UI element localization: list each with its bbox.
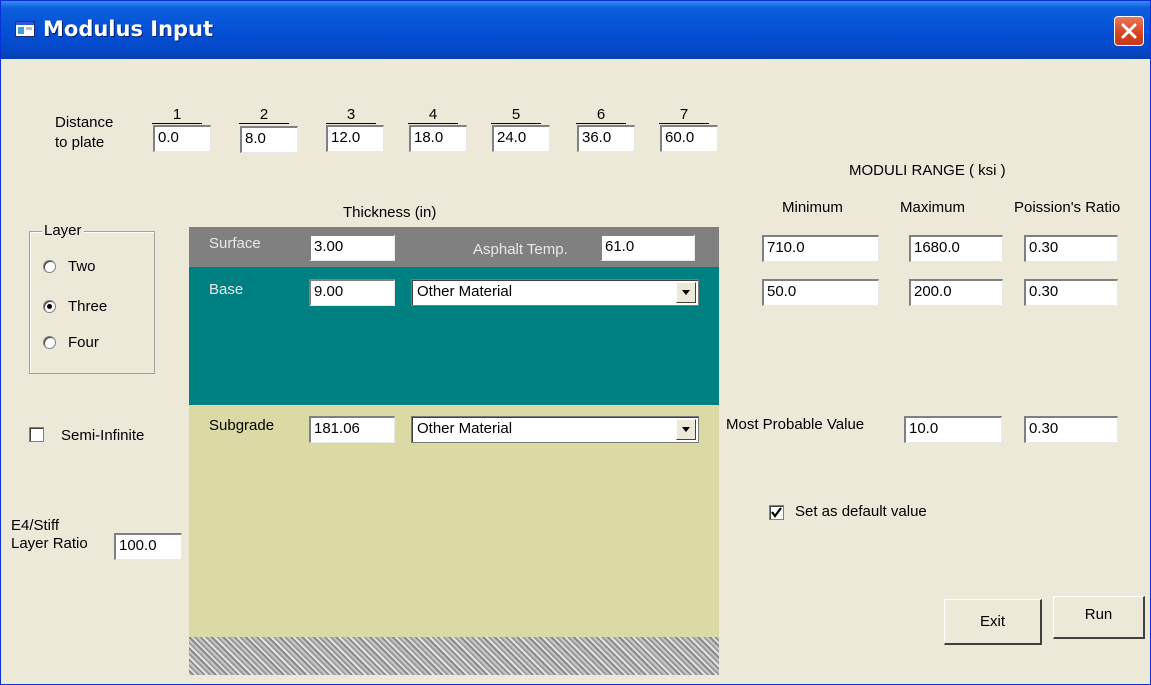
subgrade-material-dropdown-button[interactable]: [676, 419, 696, 440]
moduli-range-title: MODULI RANGE ( ksi ): [849, 162, 1006, 179]
layer-three-radio[interactable]: [43, 300, 56, 313]
distance-column-7: 7: [659, 106, 709, 124]
distance-column-5: 5: [491, 106, 541, 124]
bedrock-layer-texture: [189, 637, 719, 675]
radio-selected-dot: [47, 304, 52, 309]
base-poisson-input[interactable]: 0.30: [1024, 279, 1118, 306]
distance-input-7[interactable]: 60.0: [660, 125, 718, 152]
thickness-header: Thickness (in): [343, 204, 437, 221]
distance-input-5[interactable]: 24.0: [492, 125, 550, 152]
window-title: Modulus Input: [43, 17, 214, 41]
subgrade-material-select[interactable]: Other Material: [411, 416, 699, 443]
surface-min-modulus-input[interactable]: 710.0: [762, 235, 879, 262]
layer-four-radio[interactable]: [43, 336, 56, 349]
modulus-input-window: Modulus Input Distance to plate 1 2 3 4 …: [0, 0, 1151, 685]
most-probable-poisson-input[interactable]: 0.30: [1024, 416, 1118, 443]
base-material-select[interactable]: Other Material: [411, 279, 699, 306]
e4-ratio-input[interactable]: 100.0: [114, 533, 182, 560]
subgrade-material-value: Other Material: [417, 420, 513, 437]
run-button[interactable]: Run: [1053, 596, 1145, 639]
e4-label-line1: E4/Stiff: [11, 517, 60, 534]
moduli-header-minimum: Minimum: [782, 199, 843, 216]
semi-infinite-checkbox[interactable]: [29, 427, 44, 442]
surface-thickness-input[interactable]: 3.00: [309, 234, 395, 261]
layer-four-label[interactable]: Four: [68, 334, 99, 351]
surface-layer-name: Surface: [209, 235, 261, 252]
chevron-down-icon: [682, 290, 690, 295]
base-max-modulus-input[interactable]: 200.0: [909, 279, 1003, 306]
layer-group-label: Layer: [42, 222, 84, 239]
title-bar[interactable]: Modulus Input: [1, 1, 1150, 59]
base-material-dropdown-button[interactable]: [676, 282, 696, 303]
close-button[interactable]: [1114, 16, 1144, 46]
layer-two-label[interactable]: Two: [68, 258, 96, 275]
distance-column-2: 2: [239, 106, 289, 124]
distance-input-3[interactable]: 12.0: [326, 125, 384, 152]
e4-label-line2: Layer Ratio: [11, 535, 88, 552]
checkmark-icon: [771, 507, 782, 518]
subgrade-thickness-input[interactable]: 181.06: [309, 416, 395, 443]
base-material-value: Other Material: [417, 283, 513, 300]
distance-label-line1: Distance: [55, 114, 114, 131]
layer-three-label[interactable]: Three: [68, 298, 107, 315]
most-probable-value-input[interactable]: 10.0: [904, 416, 1002, 443]
set-default-label[interactable]: Set as default value: [795, 503, 927, 520]
distance-column-6: 6: [576, 106, 626, 124]
distance-input-4[interactable]: 18.0: [409, 125, 467, 152]
app-window-icon: [15, 21, 35, 37]
subgrade-layer-name: Subgrade: [209, 417, 275, 434]
base-layer-name: Base: [209, 281, 244, 298]
distance-input-2[interactable]: 8.0: [240, 126, 298, 153]
surface-max-modulus-input[interactable]: 1680.0: [909, 235, 1003, 262]
surface-poisson-input[interactable]: 0.30: [1024, 235, 1118, 262]
set-default-checkbox[interactable]: [769, 505, 784, 520]
most-probable-label: Most Probable Value: [726, 416, 865, 433]
distance-input-6[interactable]: 36.0: [577, 125, 635, 152]
semi-infinite-label[interactable]: Semi-Infinite: [61, 427, 144, 444]
distance-input-1[interactable]: 0.0: [153, 125, 211, 152]
distance-column-3: 3: [326, 106, 376, 124]
close-icon: [1121, 23, 1137, 39]
layer-two-radio[interactable]: [43, 260, 56, 273]
exit-button[interactable]: Exit: [944, 599, 1042, 645]
client-area: Distance to plate 1 2 3 4 5 6 7 0.0 8.0 …: [4, 59, 1147, 681]
distance-label-line2: to plate: [55, 134, 105, 151]
distance-column-1: 1: [152, 106, 202, 124]
base-thickness-input[interactable]: 9.00: [309, 279, 395, 306]
base-min-modulus-input[interactable]: 50.0: [762, 279, 879, 306]
asphalt-temp-label: Asphalt Temp.: [473, 241, 568, 258]
chevron-down-icon: [682, 427, 690, 432]
asphalt-temp-input[interactable]: 61.0: [600, 234, 695, 261]
distance-column-4: 4: [408, 106, 458, 124]
moduli-header-maximum: Maximum: [900, 199, 966, 216]
moduli-header-poisson: Poission's Ratio: [1014, 199, 1121, 216]
